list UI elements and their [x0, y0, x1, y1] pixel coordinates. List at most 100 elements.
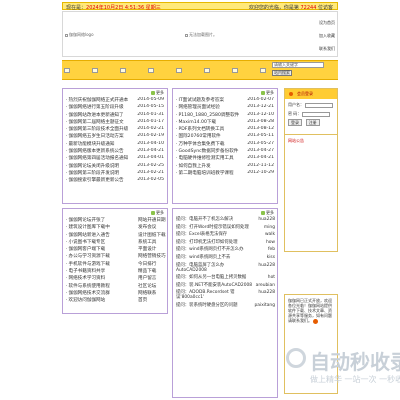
news-title[interactable]: 伽伽网论坛关闭升级说明	[66, 163, 119, 169]
question-item[interactable]: 提问：Excel表格无法保存 walk	[173, 232, 277, 237]
question-title[interactable]: 提问：装系统时硬盘分区的问题	[176, 303, 237, 308]
link-item[interactable]: 电子书籍资料共享	[66, 268, 105, 274]
question-title[interactable]: 提问：wind系统网页上不去	[176, 255, 230, 260]
search-input[interactable]: 请输入关键字	[272, 62, 324, 68]
link-item[interactable]: 伽伽网络技术交流群	[66, 290, 109, 296]
question-item[interactable]: 提问：打印机无法打印如何处理 how	[173, 240, 277, 245]
link-item[interactable]: 设计图纸下载	[138, 232, 166, 238]
link-item[interactable]: 平面设计	[138, 246, 156, 252]
news-title[interactable]: 万种字体合集免费下载	[176, 141, 224, 147]
news-item[interactable]: 伽伽搜索引擎最新更新公告 2013-02-05	[63, 177, 167, 184]
link-item[interactable]: 今日排行	[138, 261, 156, 267]
more-link[interactable]: 更多	[151, 90, 164, 96]
news-title[interactable]: 第二期电脑培训班教学课程	[176, 170, 233, 176]
more-link[interactable]: 更多	[151, 210, 164, 216]
link-item[interactable]: 小说图书下载专区	[66, 239, 105, 245]
link-item[interactable]: 精品下载	[138, 268, 156, 274]
news-item[interactable]: GoodSync数据同步备份软件 2013-04-27	[173, 148, 277, 155]
news-item[interactable]: 伽伽网络五岁生日活动方案 2014-02-19	[63, 133, 167, 140]
news-item[interactable]: 电脑硬件维修检测实用工具 2013-04-21	[173, 155, 277, 162]
question-title[interactable]: 提问：Excel表格无法保存	[176, 232, 227, 237]
news-item[interactable]: 伽伽网络进行第五阶段升级 2014-05-15	[63, 104, 167, 111]
news-item[interactable]: IT面试试题及参考答案 2014-02-07	[173, 97, 277, 104]
news-item[interactable]: 伽伽网第三阶段技术全面升级 2014-02-21	[63, 126, 167, 133]
news-title[interactable]: 最新功能模块升级通知	[66, 141, 114, 147]
news-title[interactable]: GoodSync数据同步备份软件	[176, 148, 238, 154]
question-title[interactable]: 提问：电脑开不了机怎么解决	[176, 217, 233, 222]
more-link[interactable]: 更多	[261, 90, 274, 96]
nav-item-6[interactable]	[204, 68, 210, 73]
link-item[interactable]: 手机软件与游戏下载	[66, 261, 109, 267]
news-item[interactable]: 如何自我上升发 2012-11-12	[173, 163, 277, 170]
news-title[interactable]: 伽伽网第三阶段技术全面升级	[66, 126, 128, 132]
question-item[interactable]: 提问：电脑蓝屏了怎么办 AutoCAD2008 hua228	[173, 263, 277, 273]
link-item[interactable]: 用户留言	[138, 275, 156, 281]
link-item[interactable]: 网络营销技巧	[138, 253, 166, 259]
contact-us-link[interactable]: 联系我们	[309, 46, 335, 52]
question-title[interactable]: 提问：电脑蓝屏了怎么办 AutoCAD2008	[176, 263, 224, 273]
nav-item-1[interactable]	[64, 68, 70, 73]
news-title[interactable]: 伽伽网络五岁生日活动方案	[66, 133, 123, 139]
news-title[interactable]: 网络管理员面试经验	[176, 104, 219, 110]
login-button[interactable]: 登录	[288, 119, 302, 126]
link-item[interactable]: 系统工具	[138, 239, 156, 245]
link-item[interactable]: 首页	[138, 297, 147, 303]
link-item[interactable]: 网络技术学习资料	[66, 275, 105, 281]
news-title[interactable]: 如何自我上升发	[176, 163, 210, 169]
question-item[interactable]: 提问：装系统时硬盘分区的问题 paixitang	[173, 303, 277, 308]
question-title[interactable]: 提问：装.NET不能安装AutoCAD2008	[176, 283, 252, 288]
question-item[interactable]: 提问：ADODB.Recordset 错误'800a0cc1' hua228	[173, 290, 277, 300]
news-title[interactable]: P1180_1880_2580调整软件	[176, 112, 239, 118]
link-item[interactable]: 网站开通日期	[138, 217, 166, 223]
question-title[interactable]: 提问：ADODB.Recordset 错误'800a0cc1'	[176, 290, 234, 300]
news-title[interactable]: Maxim14.00下载	[176, 119, 216, 125]
nav-item-5[interactable]	[176, 68, 182, 73]
add-favorite-link[interactable]: 加入收藏	[309, 33, 335, 39]
news-title[interactable]: 国际20760常用软件	[176, 133, 220, 139]
link-item[interactable]: 欢迎访问伽伽网站	[66, 297, 105, 303]
username-input[interactable]	[305, 102, 333, 108]
news-item[interactable]: 热烈庆祝伽伽网络正式开通本 2014-05-09	[63, 97, 167, 104]
news-title[interactable]: 伽伽网第二届网络主题征文	[66, 119, 123, 125]
question-item[interactable]: 提问：wind系统网页上不去 kiss	[173, 255, 277, 260]
news-title[interactable]: 热烈庆祝伽伽网络正式开通本	[66, 97, 128, 103]
link-item[interactable]: 社区论坛	[138, 283, 156, 289]
link-item[interactable]: 伽伽网客户端下载	[66, 246, 105, 252]
question-item[interactable]: 提问：电脑开不了机怎么解决 hua228	[173, 217, 277, 222]
link-item[interactable]: 伽伽网站新进入通告	[66, 232, 109, 238]
nav-item-4[interactable]	[148, 68, 154, 73]
link-item[interactable]: 伽伽网论坛开张了	[66, 217, 105, 223]
news-title[interactable]: PDF系列文档转换工具	[176, 126, 224, 132]
news-item[interactable]: PDF系列文档转换工具 2013-08-12	[173, 126, 277, 133]
news-item[interactable]: 伽伽网站改进本更新通知了 2014-01-31	[63, 112, 167, 119]
nav-item-3[interactable]	[120, 68, 126, 73]
news-item[interactable]: 伽伽网第二届网络主题征文 2014-01-17	[63, 119, 167, 126]
news-item[interactable]: 伽伽网论坛关闭升级说明 2013-02-25	[63, 163, 167, 170]
news-item[interactable]: 国际20760常用软件 2013-05-11	[173, 133, 277, 140]
question-item[interactable]: 提问：装.NET不能安装AutoCAD2008 areubian	[173, 283, 277, 288]
link-item[interactable]: 网络联系	[138, 290, 156, 296]
question-title[interactable]: 提问：如何从另一台电脑上拷贝数据	[176, 275, 246, 280]
site-logo[interactable]: 伽伽网络logo	[65, 32, 94, 38]
news-title[interactable]: 伽伽网站改进本更新通知了	[66, 112, 123, 118]
question-item[interactable]: 提问：如何从另一台电脑上拷贝数据 hot	[173, 275, 277, 280]
set-homepage-link[interactable]: 设为首页	[309, 20, 335, 26]
password-input[interactable]	[302, 111, 331, 117]
link-item[interactable]: 办公与学习资源下载	[66, 253, 109, 259]
news-item[interactable]: 伽伽网络第四届活动报名通知 2013-04-01	[63, 155, 167, 162]
news-title[interactable]: 伽伽网第三阶段开发说明	[66, 170, 119, 176]
news-item[interactable]: 万种字体合集免费下载 2013-05-27	[173, 141, 277, 148]
question-item[interactable]: 提问：打开Word时提示错误如何处理 ming	[173, 225, 277, 230]
news-title[interactable]: IT面试试题及参考答案	[176, 97, 224, 103]
news-item[interactable]: Maxim14.00下载 2013-08-28	[173, 119, 277, 126]
more-link[interactable]: 更多	[261, 210, 274, 216]
register-button[interactable]: 注册	[305, 119, 320, 126]
link-item[interactable]: 软件与系统使用教程	[66, 283, 109, 289]
news-item[interactable]: P1180_1880_2580调整软件 2013-12-10	[173, 112, 277, 119]
news-item[interactable]: 伽伽网络版本更新系统公告 2013-04-21	[63, 148, 167, 155]
news-title[interactable]: 伽伽网络第四届活动报名通知	[66, 155, 128, 161]
question-title[interactable]: 提问：打开Word时提示错误如何处理	[176, 225, 249, 230]
link-item[interactable]: 建筑设计图库下载中	[66, 224, 109, 230]
news-title[interactable]: 电脑硬件维修检测实用工具	[176, 155, 233, 161]
news-item[interactable]: 最新功能模块升级通知 2013-04-10	[63, 141, 167, 148]
